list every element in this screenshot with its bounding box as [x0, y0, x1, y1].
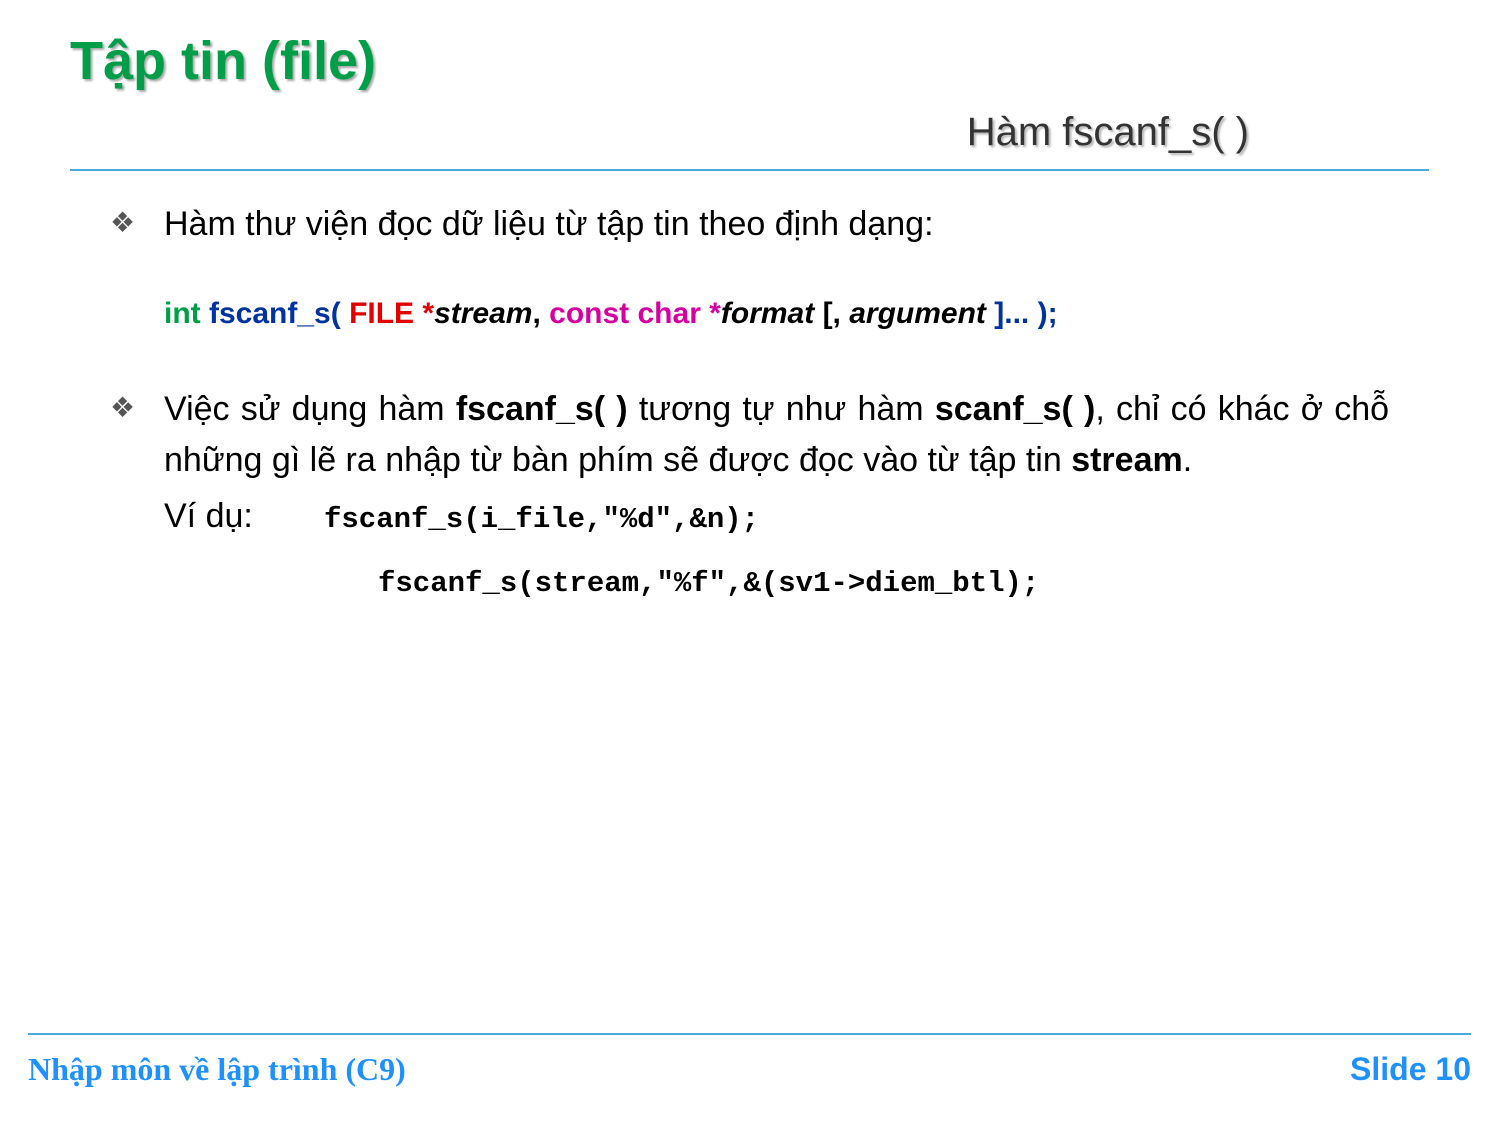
sig-comma-1: ,: [532, 297, 549, 330]
sig-arg-format: format: [721, 297, 814, 330]
footer-left-text: Nhập môn về lập trình (C9): [28, 1051, 406, 1088]
sig-arg-argument: argument: [849, 297, 986, 330]
sig-file-type: FILE *: [349, 297, 434, 330]
sig-return-type: int: [164, 297, 209, 330]
footer-right-text: Slide 10: [1350, 1051, 1471, 1088]
b2-part2: tương tự như hàm: [628, 390, 935, 428]
slide-footer: Nhập môn về lập trình (C9) Slide 10: [0, 1033, 1499, 1088]
bullet-text-1: Hàm thư viện đọc dữ liệu từ tập tin theo…: [164, 199, 1389, 250]
example-block: Ví dụ: fscanf_s(i_file,"%d",&n); fscanf_…: [164, 494, 1389, 610]
sig-end: ]... );: [986, 297, 1058, 330]
sig-function-name: fscanf_s: [209, 297, 331, 330]
bullet-text-2: Việc sử dụng hàm fscanf_s( ) tương tự nh…: [164, 384, 1389, 486]
slide-number: 10: [1435, 1051, 1471, 1087]
code-line-2: fscanf_s(stream,"%f",&(sv1->diem_btl);: [378, 558, 1389, 610]
sig-open-paren: (: [331, 297, 349, 330]
sig-const-char: const char *: [549, 297, 721, 330]
slide-title: Tập tin (file): [70, 30, 1429, 92]
example-row-1: Ví dụ: fscanf_s(i_file,"%d",&n);: [164, 494, 1389, 546]
diamond-bullet-icon: ❖: [110, 384, 164, 429]
b2-part1: Việc sử dụng hàm: [164, 390, 456, 428]
slide-subtitle: Hàm fscanf_s( ): [70, 110, 1429, 155]
slide-container: Tập tin (file) Hàm fscanf_s( ) ❖ Hàm thư…: [0, 0, 1499, 1124]
sig-opt-open: [,: [814, 297, 849, 330]
diamond-bullet-icon: ❖: [110, 199, 164, 244]
sig-arg-stream: stream: [434, 297, 532, 330]
function-signature: int fscanf_s( FILE *stream, const char *…: [164, 290, 1389, 338]
content-area: ❖ Hàm thư viện đọc dữ liệu từ tập tin th…: [70, 199, 1429, 610]
b2-fn2: scanf_s( ): [935, 390, 1095, 428]
bullet-item-1: ❖ Hàm thư viện đọc dữ liệu từ tập tin th…: [110, 199, 1389, 250]
example-label: Ví dụ:: [164, 497, 324, 536]
divider-top: [70, 169, 1429, 171]
b2-part4: .: [1183, 441, 1192, 479]
divider-bottom: [28, 1033, 1471, 1035]
b2-fn1: fscanf_s( ): [456, 390, 628, 428]
slide-label: Slide: [1350, 1051, 1435, 1087]
code-line-1: fscanf_s(i_file,"%d",&n);: [324, 494, 759, 546]
b2-stream: stream: [1071, 441, 1183, 479]
footer-row: Nhập môn về lập trình (C9) Slide 10: [28, 1051, 1471, 1088]
bullet-item-2: ❖ Việc sử dụng hàm fscanf_s( ) tương tự …: [110, 384, 1389, 486]
